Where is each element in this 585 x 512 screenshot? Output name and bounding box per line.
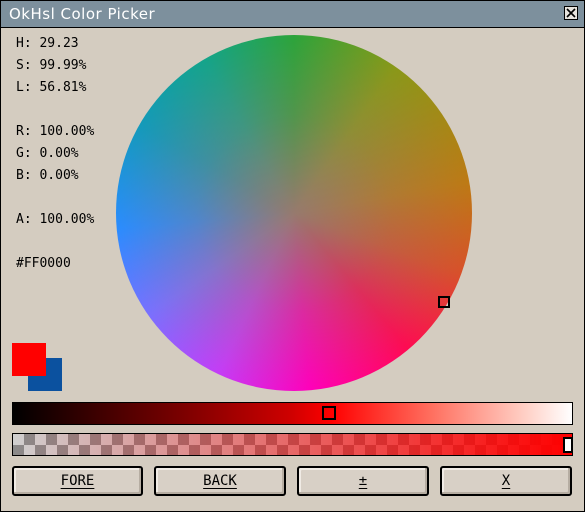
plus-minus-button-label: ± [358, 473, 368, 489]
alpha-readout: A: 100.00% [16, 212, 95, 227]
foreground-color-swatch[interactable] [12, 343, 46, 376]
saturation-readout: S: 99.99% [16, 58, 87, 73]
green-readout: G: 0.00% [16, 146, 79, 161]
hue-readout: H: 29.23 [16, 36, 79, 51]
title-bar[interactable]: OkHsl Color Picker [1, 1, 584, 28]
x-button[interactable]: X [440, 466, 572, 496]
blue-readout: B: 0.00% [16, 168, 79, 183]
x-button-label: X [501, 473, 511, 489]
alpha-slider[interactable] [12, 433, 573, 456]
alpha-gradient [13, 434, 572, 455]
back-button[interactable]: BACK [154, 466, 286, 496]
color-wheel[interactable] [116, 35, 472, 391]
fore-button[interactable]: FORE [12, 466, 143, 496]
plus-minus-button[interactable]: ± [297, 466, 429, 496]
wheel-marker[interactable] [438, 296, 450, 308]
hex-readout: #FF0000 [16, 256, 71, 271]
fore-button-label: FORE [60, 473, 95, 489]
window-title: OkHsl Color Picker [9, 5, 156, 23]
lightness-readout: L: 56.81% [16, 80, 87, 95]
alpha-slider-handle[interactable] [563, 437, 573, 453]
back-button-label: BACK [203, 473, 237, 489]
hue-saturation-wheel[interactable] [116, 35, 472, 391]
lightness-slider[interactable] [12, 402, 573, 425]
close-icon [566, 8, 576, 18]
close-button[interactable] [564, 6, 578, 20]
lightness-slider-handle[interactable] [322, 406, 336, 420]
red-readout: R: 100.00% [16, 124, 95, 139]
